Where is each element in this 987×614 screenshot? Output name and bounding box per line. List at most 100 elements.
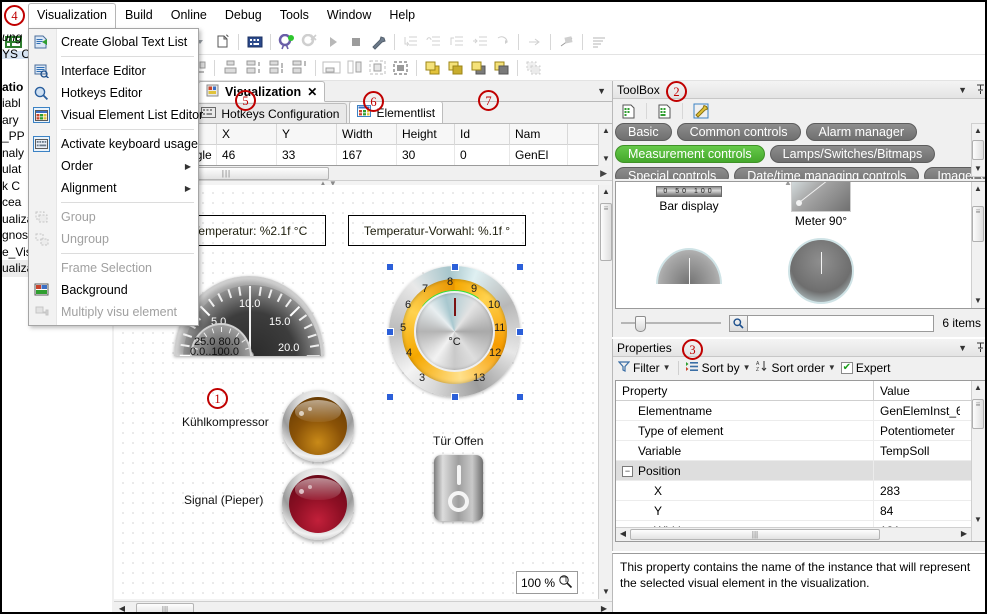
column-header-height[interactable]: Height — [397, 124, 455, 145]
settings-wrench-icon[interactable] — [368, 31, 389, 52]
property-value[interactable]: 283 — [874, 481, 960, 500]
icon-size-slider[interactable] — [621, 316, 721, 330]
scrollbar-thumb[interactable]: ≡ — [972, 399, 984, 429]
scroll-down-icon[interactable]: ▼ — [972, 295, 984, 307]
category-alarm-manager[interactable]: Alarm manager — [806, 123, 917, 141]
toolbox-item-gallery[interactable]: ▲▼ 0 50 100 Bar display /////// Meter 90… — [615, 181, 987, 309]
column-header-property[interactable]: Property — [616, 381, 874, 400]
properties-grid[interactable]: Property Value Elementname GenElemInst_6… — [615, 380, 987, 542]
fit-selection-icon[interactable] — [390, 57, 411, 78]
temperatur-vorwahl-label[interactable]: Temperatur-Vorwahl: %.1f ° — [348, 215, 526, 246]
menu-item-interface-editor[interactable]: Interface Editor — [29, 60, 198, 82]
menu-item-activate-keyboard-usage[interactable]: Activate keyboard usage — [29, 133, 198, 155]
canvas-horizontal-scrollbar[interactable]: ◀ ||| ▶ — [114, 601, 612, 614]
bring-to-front-icon[interactable] — [422, 57, 443, 78]
selection-handle-ne[interactable] — [516, 263, 524, 271]
column-header-name[interactable]: Nam — [510, 124, 568, 145]
menu-item-tools[interactable]: Tools — [271, 3, 318, 28]
panel-menu-icon[interactable]: ▼ — [958, 85, 967, 95]
gallery-vertical-scrollbar[interactable]: ▲ ≡ ▼ — [971, 182, 986, 308]
scroll-up-icon[interactable]: ▲ — [972, 183, 984, 195]
selection-handle-n[interactable] — [451, 263, 459, 271]
zoom-tool-icon[interactable] — [558, 574, 573, 592]
page-alt-icon[interactable] — [654, 101, 675, 122]
chevron-down-icon[interactable]: ▼ — [663, 363, 671, 372]
toolbox-item-meter-180[interactable] — [634, 248, 744, 284]
center-vertical-icon[interactable] — [289, 57, 310, 78]
same-size-icon[interactable] — [367, 57, 388, 78]
category-measurement-controls[interactable]: Measurement controls — [615, 145, 765, 163]
menu-item-background[interactable]: Background — [29, 279, 198, 301]
scrollbar-thumb[interactable]: ≡ — [972, 206, 984, 242]
panel-menu-icon[interactable]: ▼ — [958, 343, 967, 353]
selection-handle-e[interactable] — [516, 328, 524, 336]
scroll-up-icon[interactable]: ▲ — [600, 186, 612, 198]
property-row-x[interactable]: X 283 — [616, 481, 986, 501]
document-tab-visualization[interactable]: Visualization ✕ — [198, 81, 325, 102]
new-page-icon[interactable] — [212, 31, 233, 52]
wrench-icon[interactable] — [690, 101, 711, 122]
keyboard-config-icon[interactable] — [244, 31, 265, 52]
tab-hotkeys-configuration[interactable]: Hotkeys Configuration — [193, 103, 347, 123]
chevron-down-icon[interactable]: ▼ — [597, 86, 606, 96]
checkbox-checked-icon[interactable]: ✔ — [841, 362, 853, 374]
menu-item-window[interactable]: Window — [318, 3, 380, 28]
category-basic[interactable]: Basic — [615, 123, 672, 141]
column-header-x[interactable]: X — [217, 124, 277, 145]
kuehlkompressor-lamp[interactable] — [282, 390, 354, 462]
align-top-icon[interactable] — [220, 57, 241, 78]
chevron-down-icon[interactable]: ▼ — [828, 363, 836, 372]
menu-item-help[interactable]: Help — [380, 3, 424, 28]
scroll-up-icon[interactable]: ▲ — [600, 125, 612, 137]
column-header-width[interactable]: Width — [337, 124, 397, 145]
login-icon[interactable] — [276, 31, 297, 52]
column-header-id[interactable]: Id — [455, 124, 510, 145]
category-datetime-controls[interactable]: Date/time managing controls — [734, 167, 919, 179]
selection-handle-nw[interactable] — [386, 263, 394, 271]
element-list-vertical-scrollbar[interactable]: ▲ ▼ — [598, 124, 612, 166]
filter-button[interactable]: Filter ▼ — [618, 361, 671, 375]
menu-item-visualization[interactable]: Visualization — [28, 3, 116, 29]
selection-handle-w[interactable] — [386, 328, 394, 336]
distribute-vertical-icon[interactable] — [243, 57, 264, 78]
property-value[interactable]: Potentiometer — [874, 421, 960, 440]
pin-icon[interactable] — [976, 342, 985, 355]
scroll-down-icon[interactable]: ▼ — [972, 163, 984, 175]
menu-item-order[interactable]: Order ▶ — [29, 155, 198, 177]
sort-by-button[interactable]: Sort by ▼ — [686, 361, 751, 375]
menu-item-create-global-text-list[interactable]: Create Global Text List — [29, 31, 198, 53]
canvas-vertical-scrollbar[interactable]: ▲ ≡ ▼ — [598, 185, 612, 599]
send-to-back-icon[interactable] — [445, 57, 466, 78]
scrollbar-thumb[interactable]: ||| — [630, 529, 880, 540]
menu-item-build[interactable]: Build — [116, 3, 162, 28]
category-lamps-switches-bitmaps[interactable]: Lamps/Switches/Bitmaps — [770, 145, 936, 163]
toolbox-item-meter-360[interactable] — [766, 238, 876, 304]
pin-icon[interactable] — [976, 84, 985, 97]
column-header-value[interactable]: Value — [874, 381, 960, 400]
search-icon[interactable] — [729, 315, 748, 332]
toolbox-search[interactable] — [729, 315, 934, 332]
scroll-left-icon[interactable]: ◀ — [116, 603, 128, 614]
property-group-position[interactable]: −Position — [616, 461, 986, 481]
property-row-type-of-element[interactable]: Type of element Potentiometer — [616, 421, 986, 441]
properties-vertical-scrollbar[interactable]: ▲ ≡ ▼ — [971, 381, 986, 541]
scroll-left-icon[interactable]: ◀ — [617, 528, 629, 540]
property-value[interactable]: GenElemInst_6 — [874, 401, 960, 420]
zoom-control[interactable]: 100 % — [516, 571, 578, 594]
page-icon[interactable] — [618, 101, 639, 122]
expert-checkbox[interactable]: ✔ Expert — [841, 361, 891, 375]
menu-item-alignment[interactable]: Alignment ▶ — [29, 177, 198, 199]
search-input[interactable] — [748, 315, 934, 332]
selection-handle-sw[interactable] — [386, 393, 394, 401]
same-width-icon[interactable] — [321, 57, 342, 78]
menu-item-hotkeys-editor[interactable]: Hotkeys Editor — [29, 82, 198, 104]
categories-scrollbar[interactable]: ▲ ▼ — [971, 123, 986, 177]
close-icon[interactable]: ✕ — [307, 85, 317, 99]
scroll-up-icon[interactable]: ▲ — [972, 382, 984, 394]
same-height-icon[interactable] — [344, 57, 365, 78]
scroll-down-icon[interactable]: ▼ — [600, 586, 612, 598]
scroll-down-icon[interactable]: ▼ — [972, 514, 984, 526]
signal-pieper-lamp[interactable] — [282, 468, 354, 540]
scrollbar-thumb[interactable]: ≡ — [600, 203, 612, 261]
menu-item-debug[interactable]: Debug — [216, 3, 271, 28]
